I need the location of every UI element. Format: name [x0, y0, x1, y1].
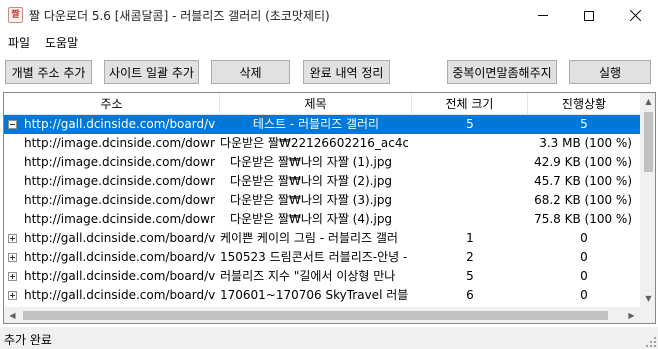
- row-title: 다운받은 짤₩나의 자짤 (2).jpg: [230, 174, 393, 188]
- expand-icon[interactable]: [8, 253, 17, 262]
- column-header-address[interactable]: 주소: [4, 93, 220, 115]
- expand-icon[interactable]: [8, 234, 17, 243]
- add-individual-address-button[interactable]: 개별 주소 추가: [5, 60, 92, 84]
- row-url: http://gall.dcinside.com/board/view: [24, 117, 215, 131]
- expand-icon[interactable]: [8, 272, 17, 281]
- scroll-up-icon[interactable]: ▲: [640, 93, 655, 110]
- maximize-button[interactable]: [566, 0, 612, 31]
- row-title: 150523 드림콘서트 러블리즈-안녕 -: [220, 250, 408, 264]
- table-row[interactable]: http://image.dcinside.com/downloa 다운받은 짤…: [4, 191, 640, 210]
- row-url: http://image.dcinside.com/downloa: [24, 136, 215, 150]
- row-title: 테스트 - 러블리즈 갤러리: [252, 117, 380, 131]
- row-progress: 0: [580, 288, 588, 302]
- resize-grip-icon[interactable]: [646, 337, 656, 347]
- scrollbar-corner: [640, 307, 655, 323]
- row-progress: 0: [580, 231, 588, 245]
- duplicate-notice-button[interactable]: 중복이면말좀해주지: [447, 60, 557, 84]
- row-progress: 42.9 KB (100 %): [534, 155, 632, 169]
- title-bar[interactable]: 짤 짤 다운로더 5.6 [새콤달콤] - 러블리즈 갤러리 (초코맛제티): [0, 0, 658, 31]
- table-row[interactable]: http://gall.dcinside.com/board/view 1505…: [4, 248, 640, 267]
- table-row[interactable]: http://gall.dcinside.com/board/view 케이쁜 …: [4, 229, 640, 248]
- row-size: 5: [466, 269, 474, 283]
- row-url: http://image.dcinside.com/downloa: [24, 193, 215, 207]
- row-title: 다운받은 짤₩나의 자짤 (3).jpg: [230, 193, 393, 207]
- row-progress: 3.3 MB (100 %): [539, 136, 632, 150]
- table-row[interactable]: http://image.dcinside.com/downloa 다운받은 짤…: [4, 172, 640, 191]
- status-text: 추가 완료: [4, 333, 52, 347]
- row-progress: 0: [580, 250, 588, 264]
- row-url: http://gall.dcinside.com/board/view: [24, 231, 215, 245]
- maximize-icon: [584, 10, 594, 21]
- horizontal-scrollbar[interactable]: ◀ ▶: [4, 307, 640, 323]
- column-header-title[interactable]: 제목: [220, 93, 412, 115]
- vertical-scrollbar[interactable]: ▲ ▼: [640, 93, 655, 307]
- row-title: 러블리즈 지수 "길에서 이상형 만나: [220, 269, 396, 283]
- row-size: 6: [466, 288, 474, 302]
- run-button[interactable]: 실행: [569, 60, 651, 84]
- row-title: 다운받은 짤₩22126602216_ac4c3c: [220, 136, 408, 150]
- list-header: 주소 제목 전체 크기 진행상황: [4, 93, 640, 115]
- horizontal-scroll-thumb[interactable]: [23, 311, 608, 320]
- menu-help[interactable]: 도움말: [45, 34, 78, 51]
- row-progress: 45.7 KB (100 %): [534, 174, 632, 188]
- row-size: 2: [466, 250, 474, 264]
- minimize-button[interactable]: [520, 0, 566, 31]
- row-title: 케이쁜 케이의 그림 - 러블리즈 갤러: [220, 231, 398, 245]
- table-row[interactable]: http://gall.dcinside.com/board/view 1706…: [4, 286, 640, 305]
- close-button[interactable]: [612, 0, 658, 31]
- row-title: 170601~170706 SkyTravel 러블리즈: [220, 288, 408, 302]
- table-row[interactable]: http://image.dcinside.com/downloa 다운받은 짤…: [4, 210, 640, 229]
- row-progress: 75.8 KB (100 %): [534, 212, 632, 226]
- table-row[interactable]: http://gall.dcinside.com/board/view 러블리즈…: [4, 267, 640, 286]
- menu-file[interactable]: 파일: [8, 34, 30, 51]
- collapse-icon[interactable]: [8, 120, 17, 129]
- row-url: http://gall.dcinside.com/board/view: [24, 269, 215, 283]
- row-progress: 5: [580, 117, 588, 131]
- row-progress: 68.2 KB (100 %): [534, 193, 632, 207]
- status-bar: 추가 완료: [0, 327, 658, 349]
- vertical-scroll-thumb[interactable]: [644, 112, 653, 172]
- minimize-icon: [538, 15, 548, 16]
- row-url: http://image.dcinside.com/downloa: [24, 174, 215, 188]
- window-title: 짤 다운로더 5.6 [새콤달콤] - 러블리즈 갤러리 (초코맛제티): [29, 9, 330, 23]
- clear-completed-button[interactable]: 완료 내역 정리: [303, 60, 390, 84]
- table-row[interactable]: http://image.dcinside.com/downloa 다운받은 짤…: [4, 134, 640, 153]
- scroll-left-icon[interactable]: ◀: [4, 307, 21, 323]
- row-url: http://image.dcinside.com/downloa: [24, 212, 215, 226]
- row-url: http://image.dcinside.com/downloa: [24, 155, 215, 169]
- menu-bar: 파일 도움말: [0, 31, 658, 53]
- row-size: 5: [466, 117, 474, 131]
- add-site-bulk-button[interactable]: 사이트 일괄 추가: [104, 60, 199, 84]
- close-icon: [629, 10, 641, 21]
- row-url: http://gall.dcinside.com/board/view: [24, 288, 215, 302]
- app-icon: 짤: [8, 7, 23, 23]
- row-url: http://gall.dcinside.com/board/view: [24, 250, 215, 264]
- column-header-total-size[interactable]: 전체 크기: [412, 93, 528, 115]
- row-title: 다운받은 짤₩나의 자짤 (1).jpg: [230, 155, 393, 169]
- scroll-right-icon[interactable]: ▶: [623, 307, 640, 323]
- delete-button[interactable]: 삭제: [211, 60, 290, 84]
- column-header-progress[interactable]: 진행상황: [528, 93, 640, 115]
- expand-icon[interactable]: [8, 291, 17, 300]
- table-row[interactable]: http://image.dcinside.com/downloa 다운받은 짤…: [4, 153, 640, 172]
- row-title: 다운받은 짤₩나의 자짤 (4).jpg: [230, 212, 393, 226]
- download-list[interactable]: 주소 제목 전체 크기 진행상황 http://gall.dcinside.co…: [3, 92, 656, 324]
- scroll-down-icon[interactable]: ▼: [640, 290, 655, 307]
- row-size: 1: [466, 231, 474, 245]
- row-progress: 0: [580, 269, 588, 283]
- table-row[interactable]: http://gall.dcinside.com/board/view 테스트 …: [4, 115, 640, 134]
